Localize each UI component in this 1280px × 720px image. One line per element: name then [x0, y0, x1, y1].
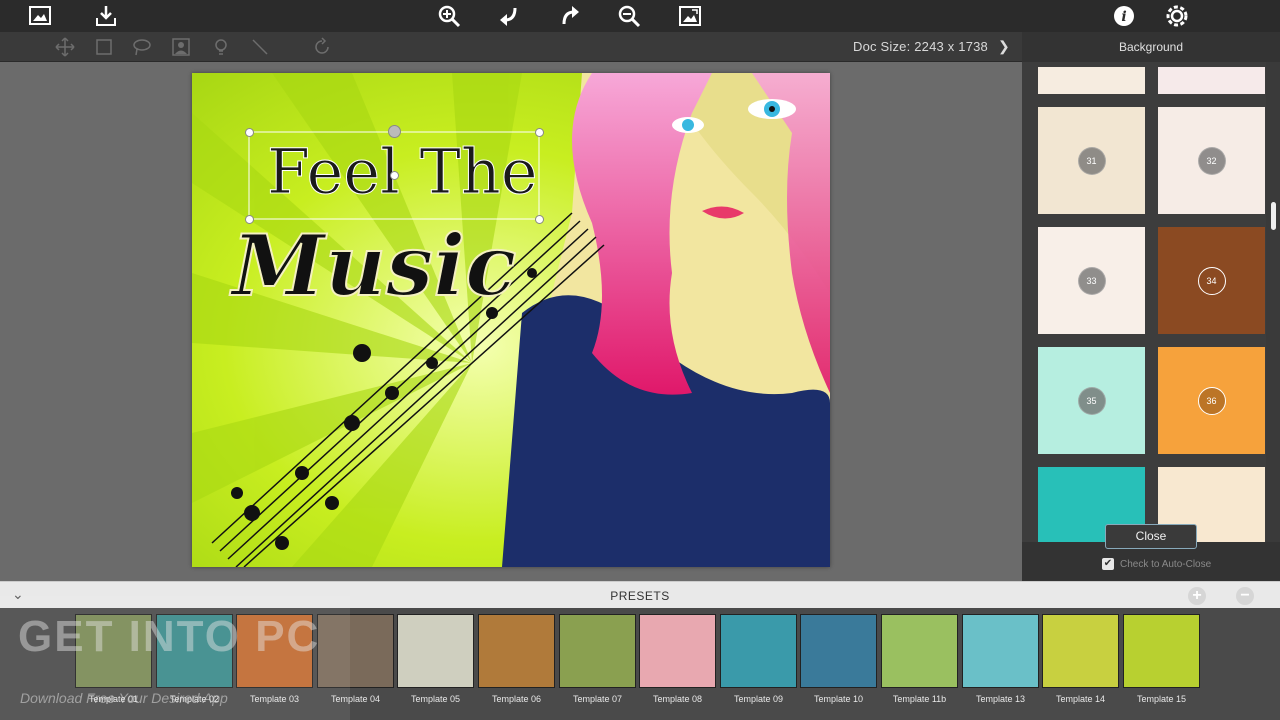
resize-handle[interactable]: [535, 128, 544, 137]
preset-preview: [800, 614, 877, 688]
poster-artwork: Feel The Music: [192, 73, 830, 567]
swatch-36[interactable]: 36: [1158, 347, 1265, 454]
preset-preview: [478, 614, 555, 688]
swatch-34[interactable]: 34: [1158, 227, 1265, 334]
auto-close-label: Check to Auto-Close: [1120, 558, 1212, 570]
rotate-tool-icon[interactable]: [312, 37, 332, 57]
preset-preview: [236, 614, 313, 688]
crop-tool-icon[interactable]: [94, 37, 114, 57]
preset-label: Template 06: [491, 694, 542, 704]
zoom-in-icon[interactable]: [435, 2, 463, 30]
preset-thumbnail[interactable]: Template 09: [720, 614, 797, 706]
preset-label: Template 09: [733, 694, 784, 704]
headline-line-2[interactable]: Music: [228, 215, 517, 316]
preset-preview: [639, 614, 716, 688]
preset-preview: [397, 614, 474, 688]
panel-title: Background: [1118, 40, 1184, 54]
preset-preview: [962, 614, 1039, 688]
zoom-out-icon[interactable]: [615, 2, 643, 30]
preset-label: Template 02: [169, 694, 220, 704]
presets-header: ⌄ PRESETS + −: [0, 581, 1280, 608]
preset-label: Template 13: [975, 694, 1026, 704]
settings-gear-icon[interactable]: [1163, 2, 1191, 30]
resize-handle[interactable]: [535, 215, 544, 224]
preset-thumbnail[interactable]: Template 13: [962, 614, 1039, 706]
preset-preview: [75, 614, 152, 688]
auto-close-checkbox[interactable]: ✔: [1102, 558, 1114, 570]
preset-label: Template 11b: [892, 694, 947, 704]
doc-size-label: Doc Size: 2243 x 1738: [852, 39, 988, 54]
preset-thumbnail[interactable]: Template 08: [639, 614, 716, 706]
preset-thumbnail[interactable]: Template 07: [559, 614, 636, 706]
preset-label: Template 08: [652, 694, 703, 704]
tools-toolbar: Doc Size: 2243 x 1738 ❯: [0, 32, 1022, 62]
auto-close-option[interactable]: ✔ Check to Auto-Close: [1102, 558, 1211, 570]
preset-label: Template 07: [572, 694, 623, 704]
scrollbar-thumb[interactable]: [1271, 202, 1276, 230]
preset-preview: [720, 614, 797, 688]
preset-thumbnail[interactable]: Template 14: [1042, 614, 1119, 706]
preset-preview: [881, 614, 958, 688]
preset-thumbnail[interactable]: Template 06: [478, 614, 555, 706]
line-tool-icon[interactable]: [250, 37, 270, 57]
preset-preview: [317, 614, 394, 688]
swatch-31[interactable]: 31: [1038, 107, 1145, 214]
background-panel: Background 31 32 33 34 35 36 Close ✔ Che…: [1022, 32, 1280, 581]
save-download-icon[interactable]: [92, 2, 120, 30]
preset-thumbnail[interactable]: Template 05: [397, 614, 474, 706]
resize-handle[interactable]: [245, 215, 254, 224]
lasso-tool-icon[interactable]: [132, 37, 152, 57]
preset-label: Template 15: [1136, 694, 1187, 704]
move-handle[interactable]: [390, 171, 399, 180]
preset-label: Template 14: [1055, 694, 1106, 704]
light-bulb-icon[interactable]: [211, 37, 231, 57]
image-canvas[interactable]: Feel The Music: [192, 73, 830, 567]
resize-handle[interactable]: [245, 128, 254, 137]
preset-preview: [1042, 614, 1119, 688]
background-swatch-list: 31 32 33 34 35 36: [1022, 62, 1280, 542]
close-button[interactable]: Close: [1105, 524, 1197, 549]
swatch-33[interactable]: 33: [1038, 227, 1145, 334]
presets-label: PRESETS: [610, 589, 670, 603]
preset-thumbnail[interactable]: Template 10: [800, 614, 877, 706]
preset-label: Template 03: [249, 694, 300, 704]
preset-thumbnail[interactable]: Template 01: [75, 614, 152, 706]
swatch-32[interactable]: 32: [1158, 107, 1265, 214]
panel-scrollbar[interactable]: [1266, 62, 1280, 542]
preset-thumbnail[interactable]: Template 02: [156, 614, 233, 706]
undo-icon[interactable]: [495, 2, 523, 30]
redo-icon[interactable]: [556, 2, 584, 30]
info-icon[interactable]: i: [1110, 2, 1138, 30]
chevron-right-icon[interactable]: ❯: [998, 38, 1014, 56]
swatch-partial[interactable]: [1038, 67, 1145, 94]
preset-label: Template 04: [330, 694, 381, 704]
preset-preview: [559, 614, 636, 688]
preset-preview: [1123, 614, 1200, 688]
delete-handle-icon[interactable]: [388, 125, 401, 138]
open-image-icon[interactable]: [26, 2, 54, 30]
portrait-tool-icon[interactable]: [171, 37, 191, 57]
preset-preview: [156, 614, 233, 688]
presets-strip: Template 01 Template 02 Template 03 Templat…: [0, 608, 1280, 720]
preset-thumbnail[interactable]: Template 11b: [881, 614, 958, 706]
preset-thumbnail[interactable]: Template 15: [1123, 614, 1200, 706]
fit-image-icon[interactable]: [676, 2, 704, 30]
move-tool-icon[interactable]: [55, 37, 75, 57]
preset-thumbnail[interactable]: Template 03: [236, 614, 313, 706]
preset-label: Template 01: [88, 694, 139, 704]
headline-line-1[interactable]: Feel The: [267, 135, 539, 209]
remove-preset-button[interactable]: −: [1236, 587, 1254, 605]
top-bar: i: [0, 0, 1280, 32]
swatch-partial[interactable]: [1158, 67, 1265, 94]
swatch-35[interactable]: 35: [1038, 347, 1145, 454]
preset-thumbnail[interactable]: Template 04: [317, 614, 394, 706]
preset-label: Template 10: [813, 694, 864, 704]
preset-label: Template 05: [410, 694, 461, 704]
svg-text:i: i: [1121, 9, 1126, 25]
add-preset-button[interactable]: +: [1188, 587, 1206, 605]
canvas-workspace: Feel The Music: [0, 62, 1022, 581]
